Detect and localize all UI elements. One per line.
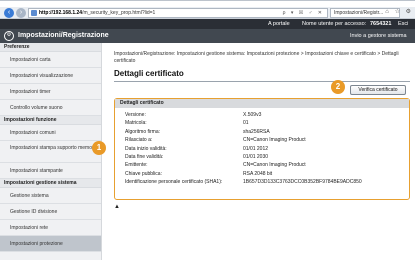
detail-value: sha256RSA (243, 128, 270, 135)
sidebar-item-dept-id[interactable]: Gestione ID divisione (0, 204, 101, 220)
sidebar-section-management: Impostazioni gestione sistema (0, 179, 101, 188)
breadcrumb[interactable]: Impostazioni/Registrazione: Impostazioni… (114, 51, 404, 64)
detail-value: X.509v3 (243, 112, 262, 118)
login-user-label: Nome utente per accesso: (302, 21, 367, 27)
title-divider (114, 81, 410, 82)
verify-certificate-button[interactable]: Verifica certificato (350, 85, 406, 95)
browser-window: ‹ › http://192.168.1.24/m_security_key_p… (0, 0, 415, 260)
detail-row: Rilasciato a: CN=Canon Imaging Product (125, 136, 405, 144)
detail-value: 01/01 2030 (243, 153, 269, 160)
callout-badge-2: 2 (331, 80, 345, 94)
detail-row: Algoritmo firma: sha256RSA (125, 128, 405, 136)
page-icon (31, 10, 37, 16)
back-to-top-icon[interactable]: ▲ (114, 204, 120, 210)
detail-value: CN=Canon Imaging Product (243, 137, 306, 144)
sidebar: Preferenze Impostazioni carta Impostazio… (0, 43, 102, 260)
detail-label: Chiave pubblica: (125, 170, 162, 177)
detail-row: Emittente: CN=Canon Imaging Product (125, 161, 405, 169)
sidebar-item-display[interactable]: Impostazioni visualizzazione (0, 68, 101, 84)
portal-link[interactable]: A portale (268, 19, 290, 29)
sidebar-section-preferences: Preferenze (0, 43, 101, 52)
sidebar-item-timer[interactable]: Impostazioni timer (0, 84, 101, 100)
detail-label: Data fine validità: (125, 153, 164, 160)
detail-row: Data inizio validità: 01/01 2012 (125, 145, 405, 153)
detail-value: 01 (243, 120, 249, 127)
send-to-admin-link[interactable]: Invio a gestore sistema (350, 30, 407, 42)
detail-label: Identificazione personale certificato (S… (125, 179, 223, 186)
sidebar-item-printer[interactable]: Impostazioni stampante (0, 163, 101, 179)
app-title: Impostazioni/Registrazione (18, 32, 109, 39)
back-arrow-icon[interactable]: ‹ (4, 8, 14, 18)
url-host: http://192.168.1.24 (39, 10, 83, 16)
detail-row: Matricola: 01 (125, 119, 405, 127)
detail-label: Rilasciato a: (125, 137, 153, 144)
browser-toolbar: ‹ › http://192.168.1.24/m_security_key_p… (0, 7, 415, 19)
detail-row: Data fine validità: 01/01 2030 (125, 153, 405, 161)
address-bar[interactable]: http://192.168.1.24/m_security_key_prop.… (28, 8, 328, 18)
page-title: Dettagli certificato (114, 69, 184, 78)
sidebar-item-system[interactable]: Gestione sistema (0, 188, 101, 204)
detail-value: 01/01 2012 (243, 145, 269, 152)
certificate-details-panel: Dettagli certificato Versione: X.509v3 Ma… (114, 98, 410, 200)
app-header: ⚙ Impostazioni/Registrazione Invio a ges… (0, 29, 415, 43)
detail-value: RSA 2048 bit (243, 170, 273, 177)
main-content: Impostazioni/Registrazione: Impostazioni… (110, 43, 410, 260)
home-star-gear-icon[interactable]: ⌂ ☆ ⚙ (385, 8, 413, 15)
details-list: Versione: X.509v3 Matricola: 01 Algoritmo … (125, 111, 405, 187)
detail-value: 1B657D3D133C3763DCC0B352BF9784BE9ADC850 (243, 179, 362, 186)
callout-badge-1: 1 (92, 141, 106, 155)
sidebar-item-memory-print[interactable]: Impostazioni stampa supporto memoria (0, 141, 101, 163)
detail-value: CN=Canon Imaging Product (243, 162, 306, 169)
address-bar-tools-icon[interactable]: ρ ▾ ☒ ♂ ✕ (283, 9, 324, 17)
sidebar-item-paper[interactable]: Impostazioni carta (0, 52, 101, 68)
sidebar-item-common[interactable]: Impostazioni comuni (0, 125, 101, 141)
detail-label: Versione: (125, 112, 146, 118)
detail-row: Identificazione personale certificato (S… (125, 178, 405, 186)
sidebar-item-volume[interactable]: Controllo volume suono (0, 100, 101, 116)
sidebar-item-security[interactable]: Impostazioni protezione (0, 236, 101, 252)
detail-row: Chiave pubblica: RSA 2048 bit (125, 170, 405, 178)
url-path: /m_security_key_prop.html?lid=1 (82, 10, 156, 16)
top-bar: A portale Nome utente per accesso: 76543… (0, 19, 415, 29)
panel-title: Dettagli certificato (115, 99, 409, 108)
forward-arrow-icon[interactable]: › (16, 8, 26, 18)
sidebar-section-function: Impostazioni funzione (0, 116, 101, 125)
detail-label: Emittente: (125, 162, 148, 169)
detail-label: Matricola: (125, 120, 147, 127)
logout-link[interactable]: Esci (398, 19, 408, 29)
detail-label: Algoritmo firma: (125, 128, 161, 135)
detail-label: Data inizio validità: (125, 145, 167, 152)
sidebar-item-network[interactable]: Impostazioni rete (0, 220, 101, 236)
detail-row: Versione: X.509v3 (125, 111, 405, 119)
settings-logo-icon: ⚙ (4, 31, 14, 41)
login-user-value: 7654321 (370, 21, 392, 27)
